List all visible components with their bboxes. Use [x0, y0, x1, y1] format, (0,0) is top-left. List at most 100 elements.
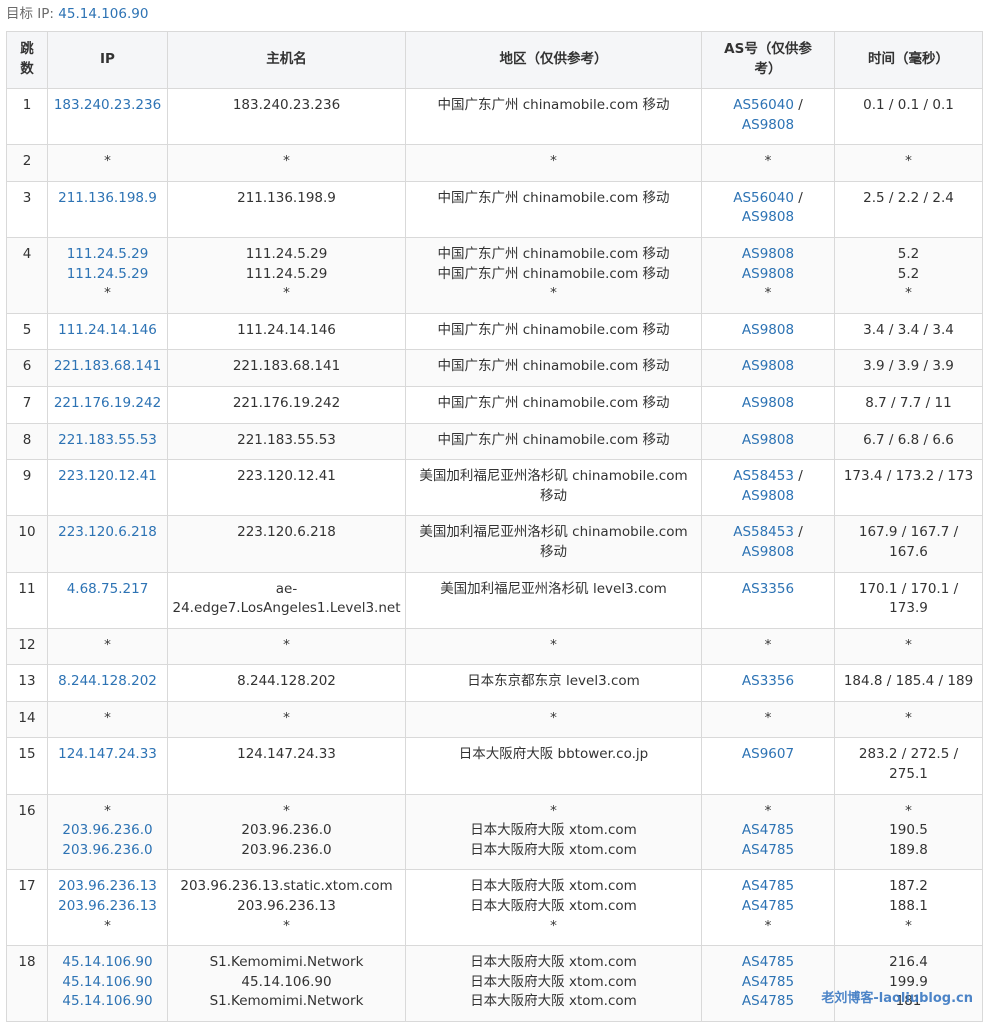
ip-link[interactable]: 223.120.12.41 — [50, 467, 165, 487]
region-text: 日本大阪府大阪 xtom.com — [470, 954, 637, 971]
ip-link[interactable]: 45.14.106.90 — [50, 973, 165, 993]
ip-link[interactable]: 221.183.55.53 — [50, 431, 165, 451]
as-link[interactable]: AS9607 — [704, 745, 832, 765]
ip-cell: 223.120.6.218 — [47, 515, 168, 573]
ip-link[interactable]: 45.14.106.90 — [50, 953, 165, 973]
hop-number: 6 — [6, 349, 48, 387]
ip-link[interactable]: 124.147.24.33 — [50, 745, 165, 765]
table-row: 17 203.96.236.13 203.96.236.13 * 203.96.236.… — [6, 869, 983, 947]
ip-link[interactable]: 203.96.236.13 — [50, 897, 165, 917]
hostname-cell: 221.183.68.141 — [167, 349, 406, 387]
as-link[interactable]: AS3356 — [704, 672, 832, 692]
ip-link[interactable]: 203.96.236.0 — [50, 841, 165, 861]
time-text: 167.6 — [889, 543, 928, 560]
region-text: * — [550, 285, 557, 302]
ip-link[interactable]: 111.24.5.29 — [50, 245, 165, 265]
as-link[interactable]: AS56040 — [733, 190, 794, 206]
traceroute-table: 跳数 IP 主机名 地区（仅供参考） AS号（仅供参考） 时间（毫秒） 1 183… — [6, 31, 983, 1022]
table-row: 10 223.120.6.218 223.120.6.218 美国加利福尼亚州洛杉矶 … — [6, 515, 983, 573]
as-link[interactable]: AS3356 — [704, 580, 832, 600]
ip-link[interactable]: 111.24.5.29 — [50, 265, 165, 285]
as-link[interactable]: AS58453 — [733, 524, 794, 540]
region-cell: 美国加利福尼亚州洛杉矶 level3.com — [405, 571, 702, 629]
as-link[interactable]: AS58453 — [733, 468, 794, 484]
table-row: 2 * * * * * — [6, 144, 983, 182]
time-text: * — [905, 153, 912, 170]
col-hostname: 主机名 — [167, 31, 406, 89]
table-row: 15 124.147.24.33 124.147.24.33 日本大阪府大阪 bbto… — [6, 737, 983, 795]
region-text: * — [550, 153, 557, 170]
as-link[interactable]: AS9808 — [704, 116, 832, 136]
time-cell: * — [834, 700, 983, 739]
as-cell: AS9808 AS9808 * — [701, 236, 835, 314]
col-hop: 跳数 — [6, 31, 48, 89]
time-cell: 6.7 / 6.8 / 6.6 — [834, 422, 983, 461]
as-link[interactable]: AS9808 — [704, 245, 832, 265]
ip-link[interactable]: 183.240.23.236 — [50, 96, 165, 116]
ip-link[interactable]: 211.136.198.9 — [50, 189, 165, 209]
hostname-cell: * — [167, 700, 406, 739]
hostname-cell: 183.240.23.236 — [167, 87, 406, 146]
ip-link[interactable]: 221.176.19.242 — [50, 394, 165, 414]
ip-link: * — [104, 636, 111, 653]
as-link[interactable]: AS9808 — [704, 487, 832, 507]
as-link[interactable]: AS4785 — [704, 841, 832, 861]
hostname-cell: * — [167, 144, 406, 182]
as-link[interactable]: AS4785 — [704, 953, 832, 973]
as-link[interactable]: AS9808 — [704, 431, 832, 451]
time-text: 173.9 — [889, 600, 928, 617]
as-link[interactable]: AS4785 — [704, 821, 832, 841]
hop-number: 16 — [6, 793, 48, 871]
region-text: 中国广东广州 chinamobile.com 移动 — [437, 97, 670, 113]
as-cell: * — [701, 700, 835, 739]
time-text: 0.1 / 0.1 / 0.1 — [863, 97, 954, 113]
time-cell: * — [834, 627, 983, 666]
as-link[interactable]: AS9808 — [704, 265, 832, 285]
time-cell: * 190.5 189.8 — [834, 793, 983, 871]
time-text: * — [905, 917, 912, 934]
time-cell: 3.9 / 3.9 / 3.9 — [834, 349, 983, 387]
hostname-text: 111.24.5.29 — [245, 265, 328, 282]
as-link[interactable]: AS9808 — [704, 321, 832, 341]
region-cell: 中国广东广州 chinamobile.com 移动 — [405, 312, 702, 351]
as-cell: AS3356 — [701, 571, 835, 629]
as-link[interactable]: AS9808 — [704, 208, 832, 228]
time-cell: 187.2 188.1 * — [834, 869, 983, 947]
ip-link[interactable]: 4.68.75.217 — [50, 580, 165, 600]
region-text: 日本大阪府大阪 xtom.com — [470, 993, 637, 1010]
region-cell: 中国广东广州 chinamobile.com 移动 — [405, 422, 702, 461]
ip-link[interactable]: 8.244.128.202 — [50, 672, 165, 692]
as-link[interactable]: AS9808 — [704, 357, 832, 377]
hop-number: 12 — [6, 627, 48, 666]
ip-link[interactable]: 203.96.236.0 — [50, 821, 165, 841]
as-link[interactable]: AS56040 — [733, 97, 794, 113]
as-cell: AS4785 AS4785 AS4785 — [701, 945, 835, 1022]
ip-link[interactable]: 45.14.106.90 — [50, 992, 165, 1012]
ip-cell: 221.176.19.242 — [47, 385, 168, 424]
as-link[interactable]: AS4785 — [704, 973, 832, 993]
ip-link[interactable]: 111.24.14.146 — [50, 321, 165, 341]
ip-cell: 211.136.198.9 — [47, 180, 168, 238]
time-text: 5.2 — [897, 265, 920, 282]
ip-link[interactable]: 203.96.236.13 — [50, 877, 165, 897]
as-link: * — [764, 709, 772, 726]
region-text: 日本大阪府大阪 bbtower.co.jp — [458, 746, 649, 763]
as-link[interactable]: AS9808 — [704, 543, 832, 563]
time-text: * — [905, 636, 912, 653]
as-link[interactable]: AS4785 — [704, 897, 832, 917]
col-time: 时间（毫秒） — [834, 31, 983, 89]
ip-cell: 183.240.23.236 — [47, 87, 168, 146]
ip-link[interactable]: 221.183.68.141 — [50, 357, 165, 377]
table-row: 9 223.120.12.41 223.120.12.41 美国加利福尼亚州洛杉矶 c… — [6, 459, 983, 517]
region-cell: * 日本大阪府大阪 xtom.com 日本大阪府大阪 xtom.com — [405, 793, 702, 871]
as-link[interactable]: AS4785 — [704, 992, 832, 1012]
as-link[interactable]: AS9808 — [704, 394, 832, 414]
time-text: 3.4 / 3.4 / 3.4 — [863, 321, 954, 338]
hostname-cell: * 203.96.236.0 203.96.236.0 — [167, 793, 406, 871]
target-ip-value[interactable]: 45.14.106.90 — [58, 6, 148, 22]
hostname-text: 223.120.12.41 — [237, 468, 336, 485]
as-cell: AS58453 / AS9808 — [701, 459, 835, 517]
as-cell: AS3356 — [701, 664, 835, 702]
ip-link[interactable]: 223.120.6.218 — [50, 523, 165, 543]
as-link[interactable]: AS4785 — [704, 877, 832, 897]
